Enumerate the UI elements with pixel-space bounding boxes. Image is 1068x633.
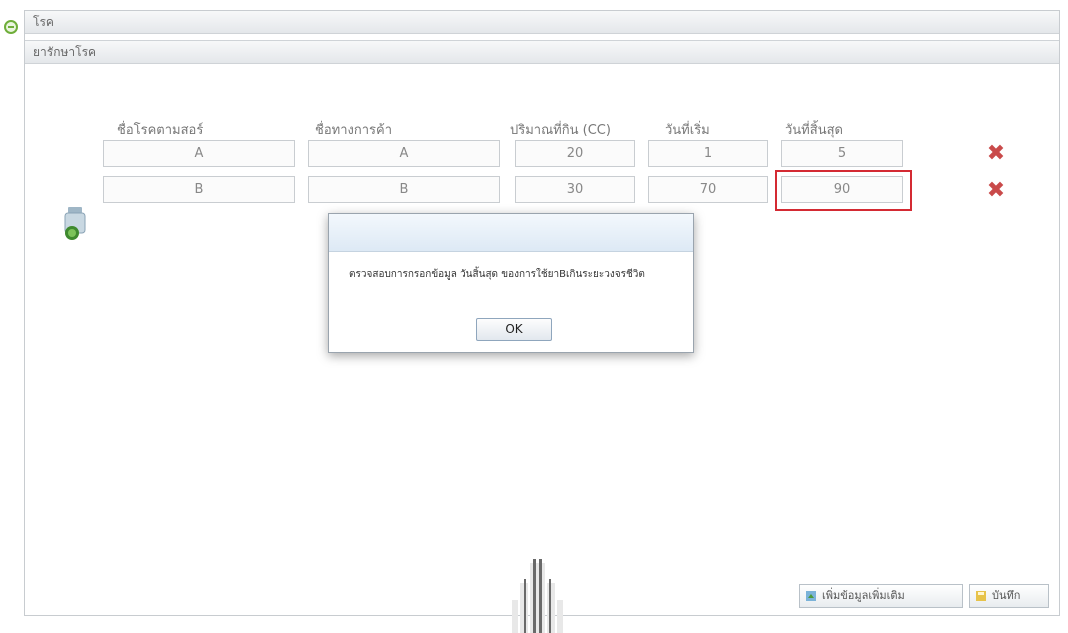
- subsection-title: ยารักษาโรค: [33, 45, 97, 59]
- medicine-bottle-icon[interactable]: [60, 205, 90, 241]
- column-header-disease: ชื่อโรคตามสอร์: [117, 123, 204, 138]
- row2-dose-field[interactable]: 30: [515, 176, 635, 203]
- section-title: โรค: [33, 15, 54, 29]
- section-header[interactable]: โรค: [25, 11, 1059, 34]
- error-highlight-box: [775, 170, 912, 211]
- save-label: บันทึก: [992, 589, 1021, 602]
- add-more-label: เพิ่มข้อมูลเพิ่มเติม: [822, 589, 905, 602]
- subsection-header[interactable]: ยารักษาโรค: [25, 40, 1059, 64]
- row1-trade-name-field[interactable]: A: [308, 140, 500, 167]
- validation-dialog: ตรวจสอบการกรอกข้อมูล วันสิ้นสุด ของการใช…: [328, 213, 694, 353]
- dialog-message: ตรวจสอบการกรอกข้อมูล วันสิ้นสุด ของการใช…: [349, 269, 645, 280]
- column-header-dose: ปริมาณที่กิน (CC): [510, 123, 611, 138]
- row2-disease-field[interactable]: B: [103, 176, 295, 203]
- save-icon: [976, 591, 986, 601]
- add-more-button[interactable]: เพิ่มข้อมูลเพิ่มเติม: [799, 584, 963, 608]
- dialog-title-bar[interactable]: [329, 214, 693, 252]
- save-button[interactable]: บันทึก: [969, 584, 1049, 608]
- watermark-logo: [512, 559, 563, 633]
- row1-dose-field[interactable]: 20: [515, 140, 635, 167]
- row2-start-date-field[interactable]: 70: [648, 176, 768, 203]
- row1-start-date-field[interactable]: 1: [648, 140, 768, 167]
- row2-delete-icon[interactable]: ✖: [985, 180, 1007, 202]
- status-indicator-icon: [4, 20, 18, 34]
- column-header-end-date: วันที่สิ้นสุด: [785, 123, 843, 138]
- row1-end-date-field[interactable]: 5: [781, 140, 903, 167]
- row2-trade-name-field[interactable]: B: [308, 176, 500, 203]
- column-header-start-date: วันที่เริ่ม: [665, 123, 710, 138]
- row1-delete-icon[interactable]: ✖: [985, 143, 1007, 165]
- column-header-trade-name: ชื่อทางการค้า: [315, 123, 392, 138]
- ok-button[interactable]: OK: [476, 318, 552, 341]
- row1-disease-field[interactable]: A: [103, 140, 295, 167]
- add-icon: [806, 591, 816, 601]
